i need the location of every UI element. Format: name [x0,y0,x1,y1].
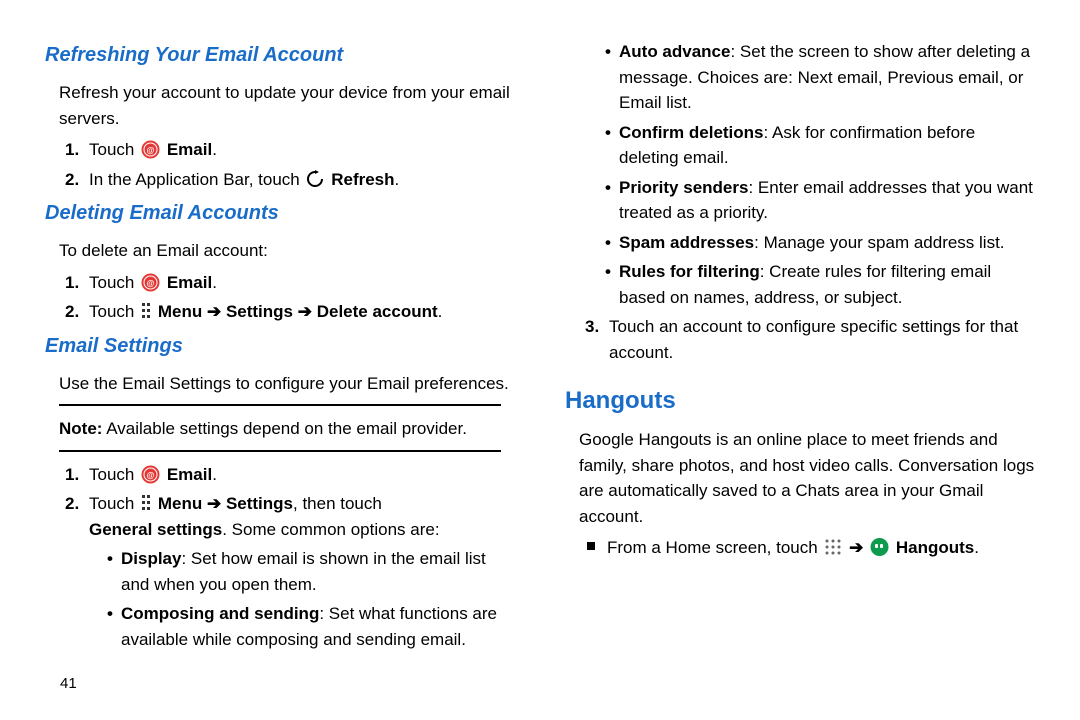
settings-steps-continued: Touch an account to configure specific s… [585,314,1035,365]
menu-dots-icon [141,302,151,320]
apps-grid-icon [824,538,842,556]
settings-options-continued: Auto advance: Set the screen to show aft… [605,39,1035,310]
settings-steps: Touch @ Email. Touch Menu ➔ Settings, th… [65,462,515,653]
list-item: Display: Set how email is shown in the e… [107,546,515,597]
list-item: Rules for filtering: Create rules for fi… [605,259,1035,310]
settings-note: Note: Available settings depend on the e… [59,416,515,442]
refresh-intro: Refresh your account to update your devi… [59,80,515,131]
refresh-steps: Touch @ Email. In the Application Bar, t… [65,137,515,192]
settings-step-2: Touch Menu ➔ Settings, then touch Genera… [65,491,515,652]
hangouts-intro: Google Hangouts is an online place to me… [579,427,1035,529]
settings-step-1: Touch @ Email. [65,462,515,488]
hangouts-steps: From a Home screen, touch ➔ Hangouts. [583,535,1035,561]
menu-dots-icon [141,494,151,512]
heading-email-settings: Email Settings [45,331,515,361]
settings-intro: Use the Email Settings to configure your… [59,371,515,397]
delete-step-2: Touch Menu ➔ Settings ➔ Delete account. [65,299,515,325]
right-column: Auto advance: Set the screen to show aft… [565,35,1035,658]
heading-refresh-email: Refreshing Your Email Account [45,40,515,70]
separator-top [59,404,501,406]
settings-options: Display: Set how email is shown in the e… [107,546,515,652]
delete-step-1: Touch @ Email. [65,270,515,296]
left-column: Refreshing Your Email Account Refresh yo… [45,35,515,658]
refresh-step-2: In the Application Bar, touch Refresh. [65,167,515,193]
delete-intro: To delete an Email account: [59,238,515,264]
heading-hangouts: Hangouts [565,383,1035,419]
list-item: Composing and sending: Set what function… [107,601,515,652]
svg-text:@: @ [147,146,155,155]
list-item: Spam addresses: Manage your spam address… [605,230,1035,256]
email-icon: @ [141,465,160,484]
email-icon: @ [141,140,160,159]
list-item: Priority senders: Enter email addresses … [605,175,1035,226]
svg-text:@: @ [147,279,155,288]
hangouts-step: From a Home screen, touch ➔ Hangouts. [583,535,1035,561]
heading-delete-email: Deleting Email Accounts [45,198,515,228]
separator-bottom [59,450,501,452]
delete-steps: Touch @ Email. Touch Menu ➔ Settings ➔ D… [65,270,515,325]
hangouts-icon [870,538,889,557]
list-item: Confirm deletions: Ask for confirmation … [605,120,1035,171]
settings-step-3: Touch an account to configure specific s… [585,314,1035,365]
page-number: 41 [60,673,77,696]
email-icon: @ [141,273,160,292]
svg-text:@: @ [147,471,155,480]
list-item: Auto advance: Set the screen to show aft… [605,39,1035,116]
refresh-step-1: Touch @ Email. [65,137,515,163]
refresh-icon [306,170,324,188]
